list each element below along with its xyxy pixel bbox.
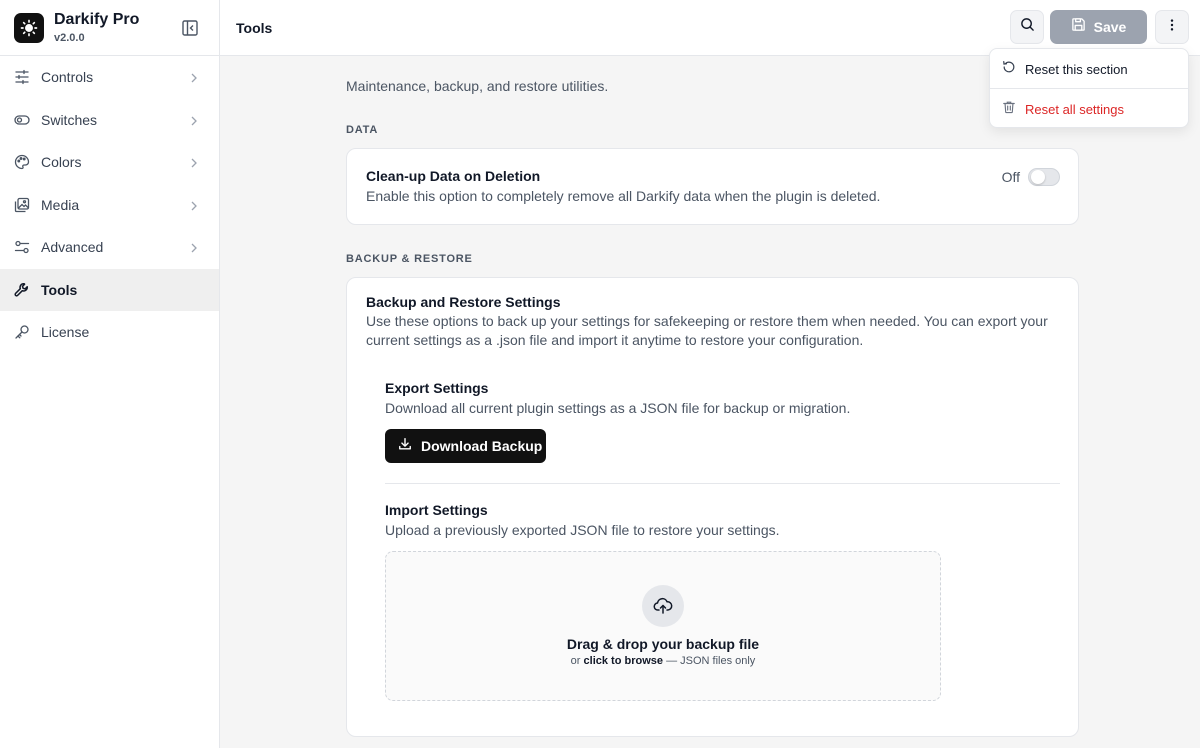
search-icon xyxy=(1020,17,1035,37)
sidebar-item-colors[interactable]: Colors xyxy=(0,141,219,184)
cleanup-data-card: Clean-up Data on Deletion Enable this op… xyxy=(346,148,1079,225)
dropzone-title: Drag & drop your backup file xyxy=(566,636,760,652)
cleanup-title: Clean-up Data on Deletion xyxy=(366,168,541,184)
download-backup-button[interactable]: Download Backup xyxy=(385,429,546,463)
page-title: Tools xyxy=(236,20,273,36)
more-options-button[interactable] xyxy=(1155,10,1189,44)
import-title: Import Settings xyxy=(385,502,488,518)
floppy-disk-icon xyxy=(1071,17,1086,37)
cleanup-description: Enable this option to completely remove … xyxy=(366,188,881,204)
toggle-icon xyxy=(14,112,30,128)
toggle-knob xyxy=(1031,170,1045,184)
cleanup-toggle-wrap: Off xyxy=(1002,168,1060,186)
chevron-right-icon xyxy=(189,156,199,168)
images-icon xyxy=(14,197,30,213)
sidebar-item-label: Colors xyxy=(41,154,82,171)
logo-sun-icon xyxy=(14,12,44,43)
key-icon xyxy=(14,324,30,340)
main-content: Maintenance, backup, and restore utiliti… xyxy=(220,57,1200,748)
page-description: Maintenance, backup, and restore utiliti… xyxy=(346,78,609,94)
toggle-state-label: Off xyxy=(1001,169,1020,185)
sidebar-item-label: Controls xyxy=(41,69,94,86)
export-title: Export Settings xyxy=(385,380,489,396)
sidebar: Darkify Pro v2.0.0 Controls Switches Col… xyxy=(0,0,220,748)
dropzone-prefix: or xyxy=(570,655,581,667)
sidebar-item-label: Advanced xyxy=(41,239,104,256)
save-button-label: Save xyxy=(1093,19,1127,35)
more-options-menu: Reset this section Reset all settings xyxy=(989,48,1189,128)
sliders-icon xyxy=(14,69,30,85)
browse-link[interactable]: click to browse xyxy=(584,655,663,667)
chevron-right-icon xyxy=(189,114,199,126)
more-vertical-icon xyxy=(1165,18,1179,37)
reset-all-label: Reset all settings xyxy=(1025,101,1124,117)
trash-icon xyxy=(1002,100,1016,119)
sidebar-item-media[interactable]: Media xyxy=(0,184,219,227)
backup-title: Backup and Restore Settings xyxy=(366,294,561,310)
card-divider xyxy=(385,483,1060,484)
backup-description: Use these options to back up your settin… xyxy=(366,313,1048,348)
collapse-sidebar-icon[interactable] xyxy=(181,19,199,37)
import-description: Upload a previously exported JSON file t… xyxy=(385,522,780,538)
section-label-data: DATA xyxy=(346,124,379,136)
sidebar-item-label: Media xyxy=(41,196,80,213)
sidebar-item-controls[interactable]: Controls xyxy=(0,56,219,99)
reset-all-menu-item[interactable]: Reset all settings xyxy=(990,91,1188,127)
menu-divider xyxy=(990,88,1188,89)
dropzone-subtitle: or click to browse — JSON files only xyxy=(386,655,940,667)
chevron-right-icon xyxy=(189,241,199,253)
sidebar-item-label: Switches xyxy=(41,111,98,128)
section-label-backup: BACKUP & RESTORE xyxy=(346,253,473,265)
cloud-upload-icon xyxy=(642,585,684,627)
app-name: Darkify Pro xyxy=(54,10,140,28)
brand: Darkify Pro v2.0.0 xyxy=(0,0,219,56)
save-button[interactable]: Save xyxy=(1050,10,1147,44)
chevron-right-icon xyxy=(189,71,199,83)
sidebar-item-advanced[interactable]: Advanced xyxy=(0,226,219,269)
sidebar-item-label: Tools xyxy=(41,281,78,298)
wrench-icon xyxy=(14,282,30,298)
sidebar-nav: Controls Switches Colors Media Advanced … xyxy=(0,56,219,354)
download-icon xyxy=(398,437,412,456)
rotate-ccw-icon xyxy=(1002,60,1016,79)
sidebar-item-label: License xyxy=(41,324,90,341)
app-version: v2.0.0 xyxy=(54,31,85,44)
chevron-right-icon xyxy=(189,199,199,211)
backup-file-dropzone[interactable]: Drag & drop your backup file or click to… xyxy=(385,551,941,701)
palette-icon xyxy=(14,154,30,170)
reset-section-label: Reset this section xyxy=(1025,61,1128,77)
settings-sliders-icon xyxy=(14,239,30,255)
cleanup-toggle[interactable] xyxy=(1028,168,1060,186)
backup-restore-card: Backup and Restore Settings Use these op… xyxy=(346,277,1079,737)
sidebar-item-tools[interactable]: Tools xyxy=(0,268,219,311)
sidebar-item-switches[interactable]: Switches xyxy=(0,99,219,142)
export-description: Download all current plugin settings as … xyxy=(385,400,851,416)
reset-section-menu-item[interactable]: Reset this section xyxy=(990,51,1188,87)
download-backup-label: Download Backup xyxy=(421,438,543,454)
dropzone-suffix: — JSON files only xyxy=(666,655,756,667)
search-button[interactable] xyxy=(1010,10,1044,44)
sidebar-item-license[interactable]: License xyxy=(0,311,219,354)
